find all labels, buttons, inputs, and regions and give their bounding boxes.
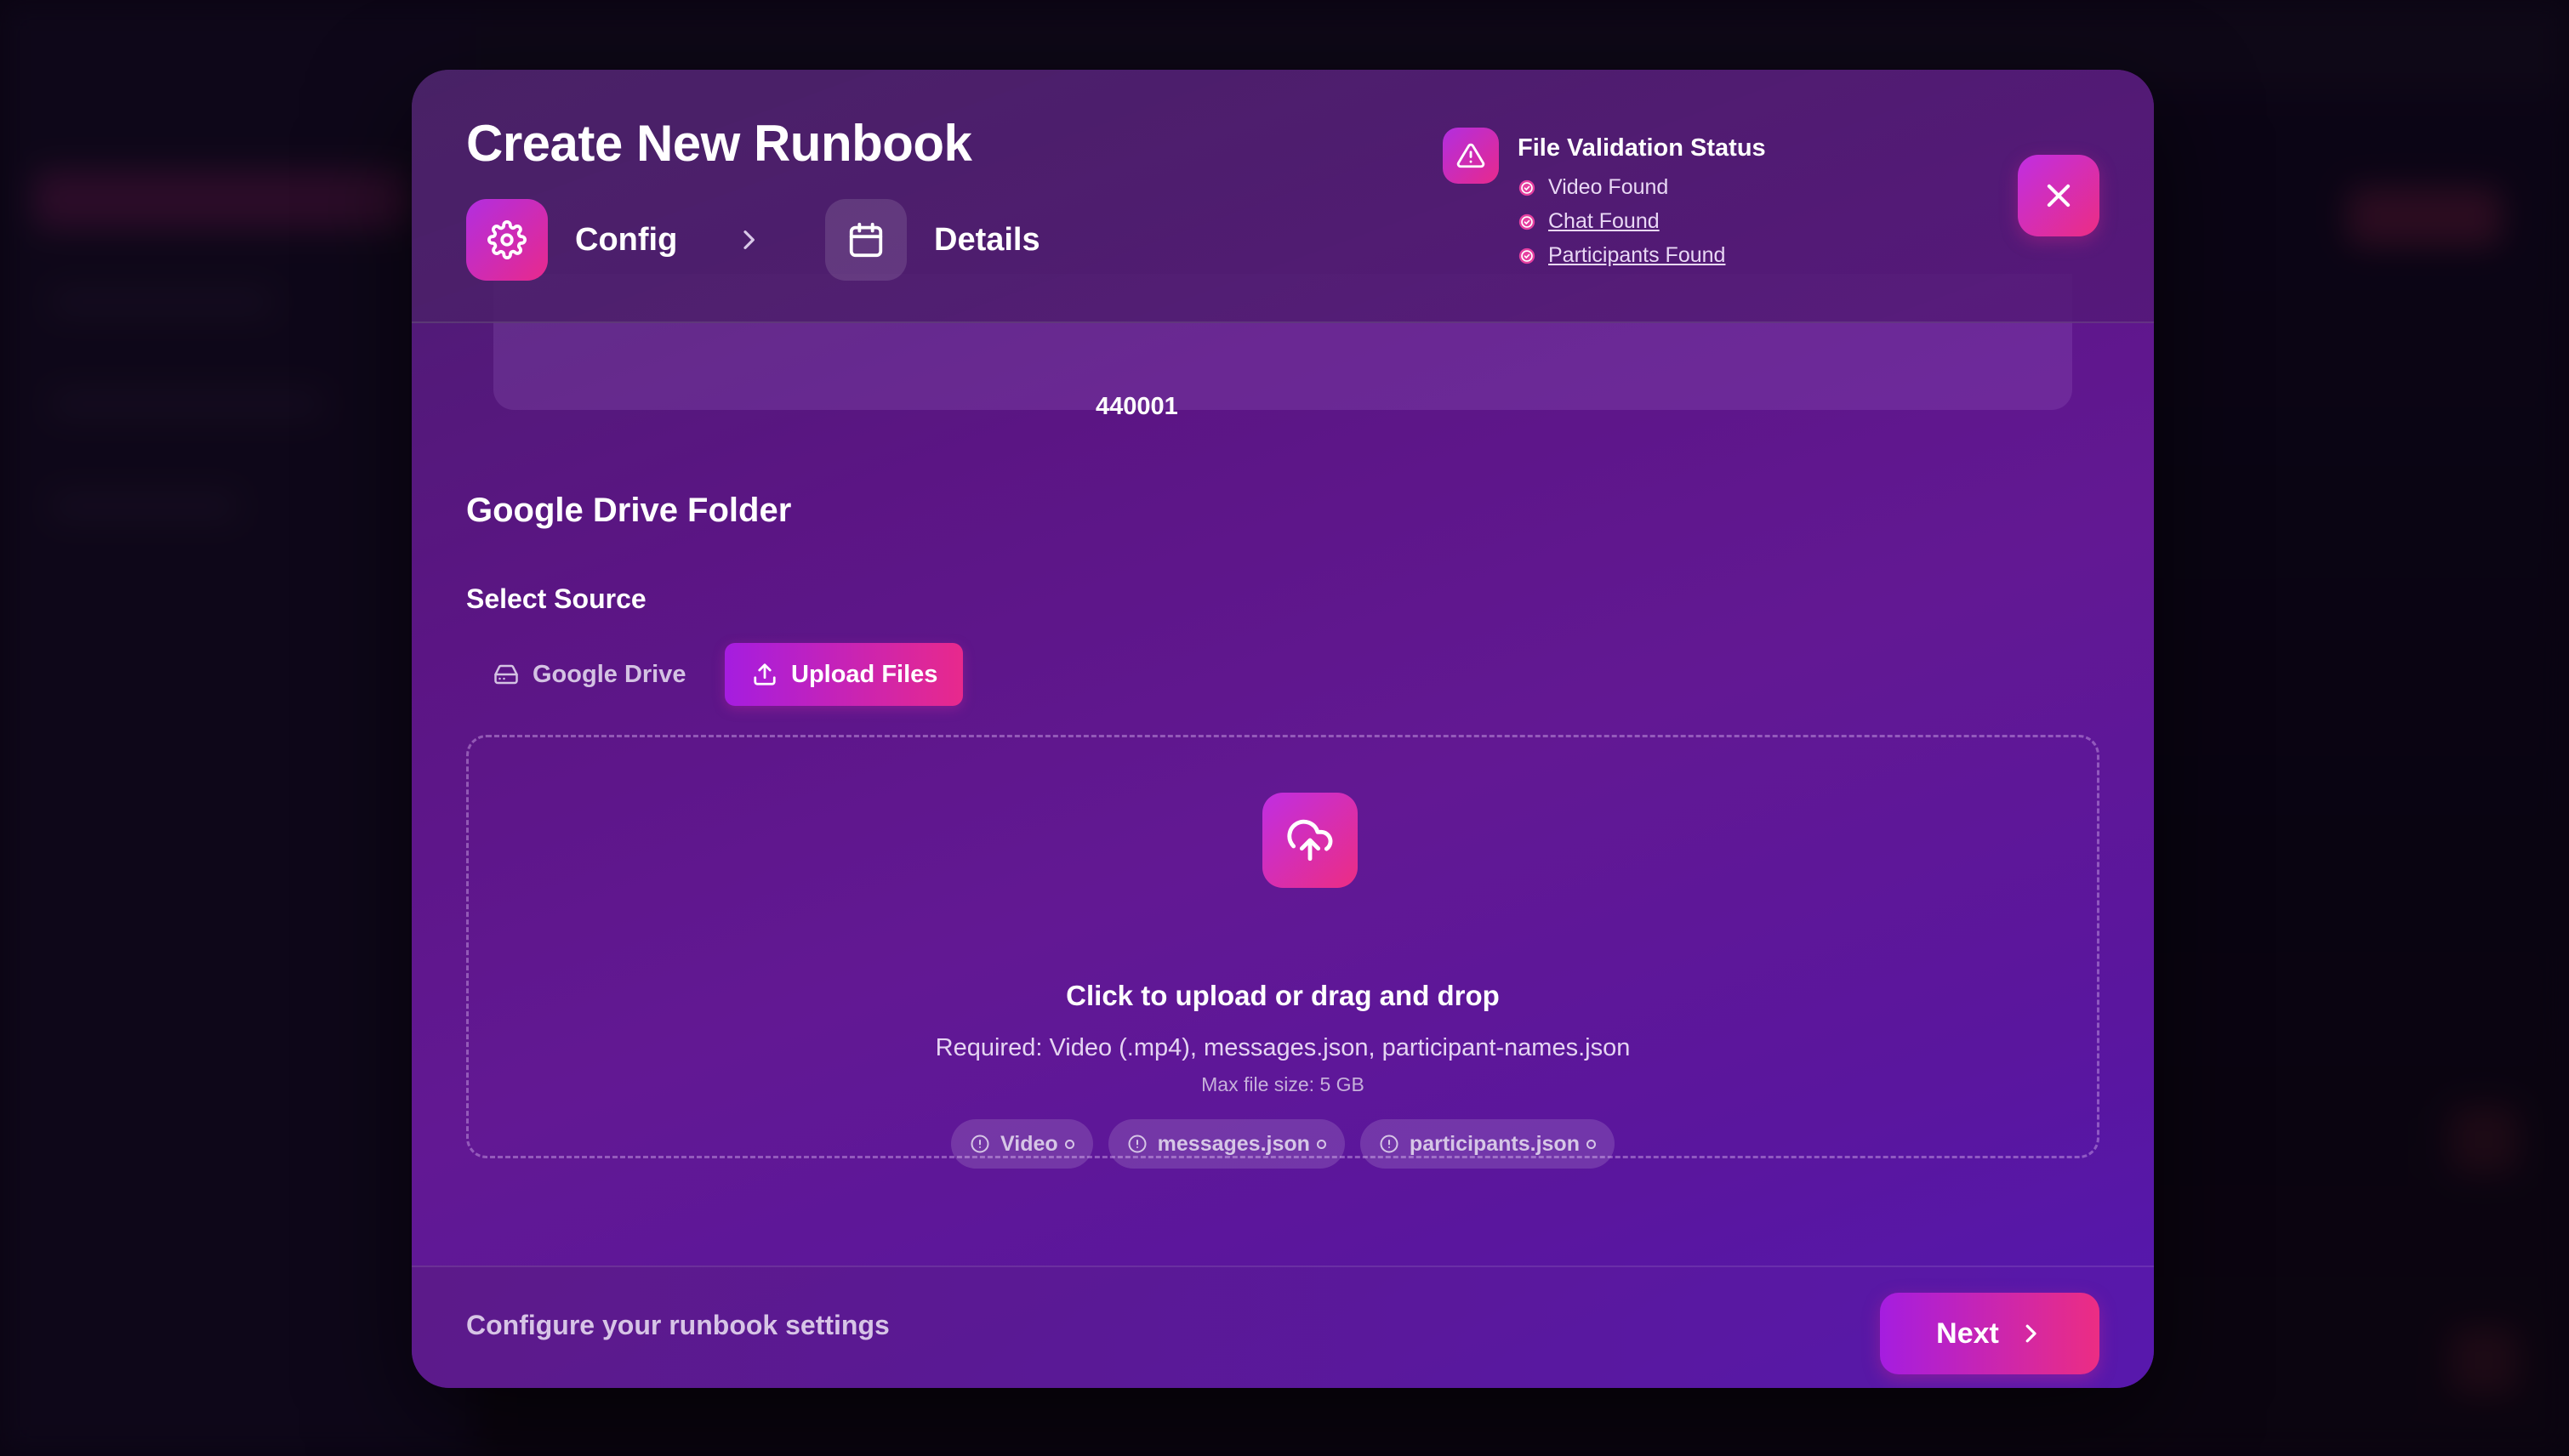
info-circle-icon (1380, 1135, 1398, 1153)
file-chip-messages: messages.json (1108, 1119, 1345, 1169)
modal-header: Create New Runbook Config Details File V… (412, 70, 2154, 323)
step-details-label: Details (934, 221, 1040, 258)
chevron-right-icon (735, 226, 762, 258)
pending-circle-icon (1586, 1139, 1596, 1149)
close-icon (2047, 184, 2071, 208)
file-chip-participants: participants.json (1359, 1119, 1615, 1169)
next-button[interactable]: Next (1880, 1293, 2099, 1374)
validation-item-video: Video Found (1518, 175, 1668, 200)
info-circle-icon (1128, 1135, 1147, 1153)
file-chip-video: Video (951, 1119, 1093, 1169)
dropzone-required: Required: Video (.mp4), messages.json, p… (935, 1034, 1631, 1061)
pending-circle-icon (1064, 1139, 1074, 1149)
check-circle-icon (1518, 213, 1535, 230)
validation-item-link[interactable]: Participants Found (1548, 243, 1725, 268)
cloud-upload-icon[interactable] (1262, 793, 1358, 888)
validation-item-link[interactable]: Chat Found (1548, 209, 1660, 234)
select-source-label: Select Source (466, 583, 647, 614)
gear-icon (466, 199, 548, 281)
close-button[interactable] (2018, 155, 2099, 236)
upload-files-button[interactable]: Upload Files (725, 643, 963, 706)
step-details[interactable]: Details (825, 199, 1040, 281)
info-circle-icon (971, 1135, 989, 1153)
chevron-right-icon (2025, 1324, 2036, 1343)
step-config[interactable]: Config (466, 199, 677, 281)
file-chip-label: messages.json (1157, 1131, 1310, 1156)
validation-title: File Validation Status (1518, 134, 1766, 162)
file-chips: Video messages.json participants.json (466, 1119, 2099, 1169)
dropzone-max-size: Max file size: 5 GB (1201, 1073, 1364, 1095)
upload-files-label: Upload Files (791, 660, 938, 688)
validation-item-participants[interactable]: Participants Found (1518, 243, 1725, 268)
section-title: Google Drive Folder (466, 492, 792, 529)
step-config-label: Config (575, 221, 678, 258)
file-chip-label: participants.json (1409, 1131, 1580, 1156)
google-drive-button[interactable]: Google Drive (466, 643, 713, 706)
scrolled-field-value: 440001 (1096, 393, 1178, 420)
calendar-icon (825, 199, 907, 281)
create-runbook-modal: 440001 Create New Runbook Config Details… (412, 70, 2154, 1388)
validation-item-chat[interactable]: Chat Found (1518, 209, 1660, 234)
warning-triangle-icon (1443, 128, 1499, 184)
file-chip-label: Video (1000, 1131, 1058, 1156)
check-circle-icon (1518, 179, 1535, 196)
modal-footer: Configure your runbook settings Next (412, 1265, 2154, 1388)
upload-icon (754, 663, 776, 685)
validation-item-label: Video Found (1548, 175, 1669, 199)
hard-drive-icon (494, 664, 518, 685)
pending-circle-icon (1316, 1139, 1326, 1149)
dropzone-title: Click to upload or drag and drop (1066, 980, 1500, 1011)
modal-title: Create New Runbook (466, 115, 972, 172)
google-drive-label: Google Drive (533, 660, 686, 688)
footer-hint: Configure your runbook settings (466, 1310, 890, 1340)
check-circle-icon (1518, 247, 1535, 264)
next-label: Next (1936, 1317, 1999, 1350)
